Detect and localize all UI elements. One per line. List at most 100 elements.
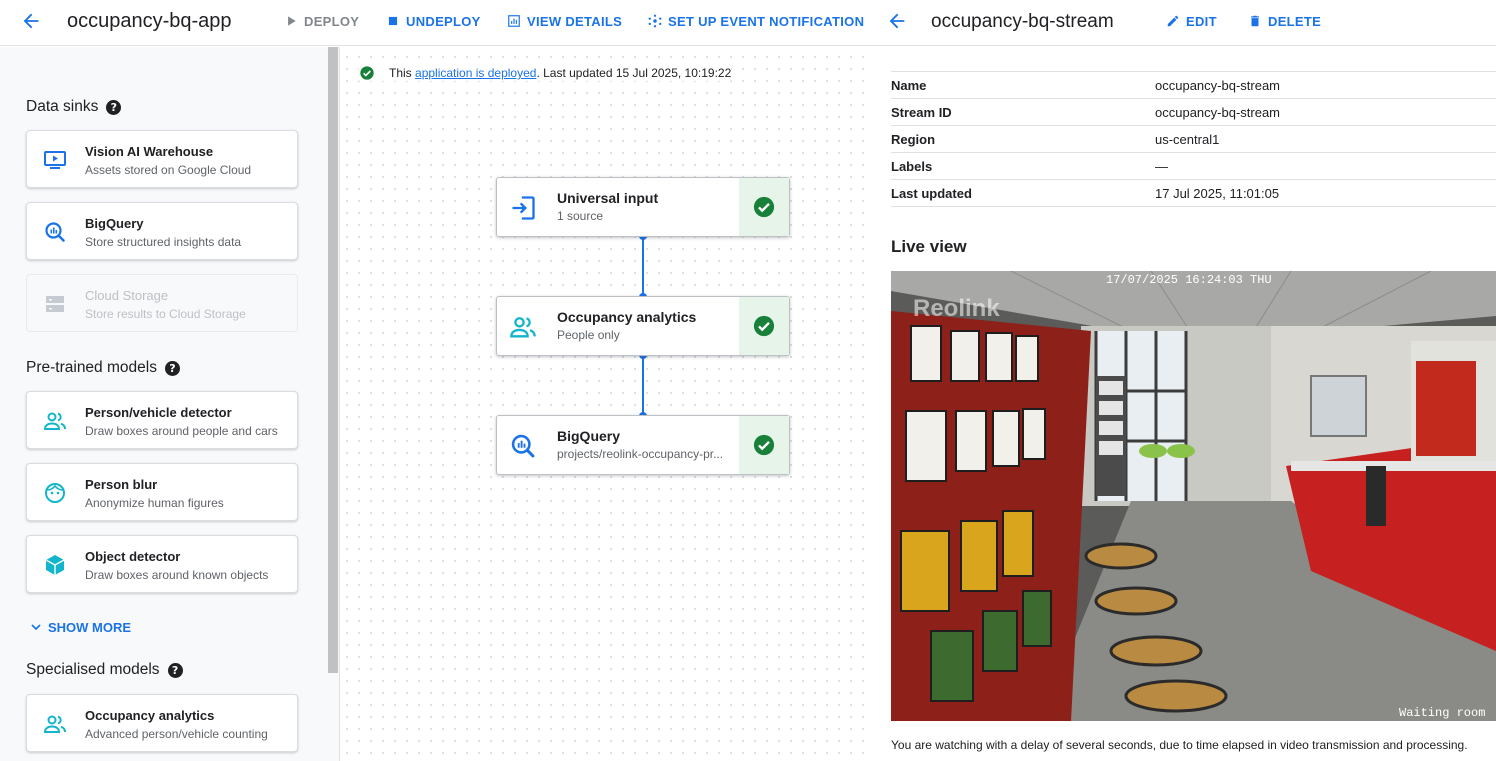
- properties-table: Name occupancy-bq-stream Stream ID occupan…: [891, 71, 1496, 207]
- node-bigquery[interactable]: BigQuery projects/reolink-occupancy-pr..…: [496, 415, 790, 475]
- card-desc: Draw boxes around people and cars: [85, 424, 278, 438]
- card-desc: Store results to Cloud Storage: [85, 307, 246, 321]
- app-toolbar: occupancy-bq-app DEPLOY UNDEPLOY VIEW DE…: [0, 0, 872, 46]
- stop-icon: [388, 16, 398, 26]
- check-circle-icon: [360, 66, 374, 80]
- stream-toolbar: occupancy-bq-stream EDIT DELETE: [872, 0, 1496, 46]
- status-prefix: This: [389, 66, 416, 80]
- monitor-play-icon: [44, 151, 66, 169]
- prop-key: Labels: [891, 158, 933, 174]
- live-view-caption: You are watching with a delay of several…: [891, 738, 1468, 752]
- table-row: Labels —: [891, 153, 1496, 180]
- camera-frame: 17/07/2025 16:24:03 THU Reolink Waiting …: [891, 271, 1496, 721]
- card-name: Person/vehicle detector: [85, 405, 232, 420]
- palette-scrollbar[interactable]: [328, 47, 338, 673]
- help-icon[interactable]: ?: [167, 662, 183, 678]
- check-circle-icon: [753, 196, 775, 218]
- show-more-label: SHOW MORE: [48, 619, 132, 635]
- model-card-object-detector[interactable]: Object detector Draw boxes around known …: [26, 535, 298, 593]
- pretrained-heading: Pre-trained models ?: [26, 359, 180, 377]
- edit-button[interactable]: EDIT: [1166, 13, 1217, 29]
- table-row: Region us-central1: [891, 126, 1496, 153]
- live-video[interactable]: 17/07/2025 16:24:03 THU Reolink Waiting …: [891, 271, 1496, 721]
- specialised-heading: Specialised models ?: [26, 661, 183, 679]
- node-status: [739, 178, 789, 236]
- card-name: Vision AI Warehouse: [85, 144, 214, 159]
- node-desc: People only: [557, 328, 620, 342]
- deploy-status: This application is deployed. Last updat…: [359, 65, 732, 81]
- node-desc: projects/reolink-occupancy-pr...: [557, 447, 724, 461]
- check-circle-icon: [753, 315, 775, 337]
- card-desc: Store structured insights data: [85, 235, 242, 249]
- model-card-person-vehicle[interactable]: Person/vehicle detector Draw boxes aroun…: [26, 391, 298, 449]
- connector-line: [642, 236, 644, 297]
- node-occupancy-analytics[interactable]: Occupancy analytics People only: [496, 296, 790, 356]
- chart-icon: [508, 15, 520, 27]
- model-card-person-blur[interactable]: Person blur Anonymize human figures: [26, 463, 298, 521]
- help-icon[interactable]: ?: [106, 99, 122, 115]
- data-sinks-title: Data sinks: [26, 98, 99, 115]
- prop-value: —: [1155, 158, 1168, 174]
- deploy-button[interactable]: DEPLOY: [284, 13, 359, 29]
- status-suffix: . Last updated 15 Jul 2025, 10:19:22: [536, 66, 732, 80]
- table-row: Last updated 17 Jul 2025, 11:01:05: [891, 180, 1496, 207]
- connector-line: [642, 355, 644, 416]
- card-desc: Advanced person/vehicle counting: [85, 727, 268, 741]
- video-watermark: Reolink: [913, 295, 1000, 322]
- prop-value: occupancy-bq-stream: [1155, 104, 1280, 120]
- delete-label: DELETE: [1268, 13, 1322, 29]
- card-name: Cloud Storage: [85, 288, 169, 303]
- people-icon: [510, 317, 536, 338]
- prop-key: Region: [891, 131, 936, 147]
- deploy-label: DEPLOY: [304, 13, 360, 29]
- face-icon: [45, 483, 65, 503]
- pencil-icon: [1167, 15, 1179, 27]
- check-circle-icon: [753, 434, 775, 456]
- node-status: [739, 297, 789, 355]
- undeploy-button[interactable]: UNDEPLOY: [386, 13, 481, 29]
- hub-icon: [648, 14, 662, 28]
- prop-key: Last updated: [891, 185, 972, 201]
- model-card-occupancy[interactable]: Occupancy analytics Advanced person/vehi…: [26, 694, 298, 752]
- node-name: Universal input: [557, 190, 659, 206]
- prop-value: occupancy-bq-stream: [1155, 77, 1280, 93]
- prop-key: Name: [891, 77, 927, 93]
- stream-details-panel: Name occupancy-bq-stream Stream ID occupan…: [872, 47, 1496, 761]
- storage-icon: [46, 296, 64, 312]
- delete-button[interactable]: DELETE: [1248, 13, 1321, 29]
- prop-value: us-central1: [1155, 131, 1220, 147]
- video-timestamp: 17/07/2025 16:24:03 THU: [1106, 273, 1272, 287]
- trash-icon: [1250, 15, 1260, 27]
- card-name: Object detector: [85, 549, 181, 564]
- back-arrow-icon[interactable]: [20, 10, 42, 32]
- card-name: Occupancy analytics: [85, 708, 215, 723]
- event-notification-button[interactable]: SET UP EVENT NOTIFICATION: [648, 13, 864, 29]
- sink-card-warehouse[interactable]: Vision AI Warehouse Assets stored on Goo…: [26, 130, 298, 188]
- show-more-button[interactable]: SHOW MORE: [28, 619, 131, 635]
- view-details-button[interactable]: VIEW DETAILS: [507, 13, 622, 29]
- back-arrow-icon[interactable]: [886, 10, 908, 32]
- view-details-label: VIEW DETAILS: [527, 13, 623, 29]
- cube-icon: [45, 555, 65, 575]
- node-name: BigQuery: [557, 428, 621, 444]
- play-icon: [288, 16, 296, 26]
- node-name: Occupancy analytics: [557, 309, 697, 325]
- card-desc: Draw boxes around known objects: [85, 568, 269, 582]
- undeploy-label: UNDEPLOY: [406, 13, 481, 29]
- input-icon: [512, 196, 535, 220]
- app-title: occupancy-bq-app: [67, 10, 232, 32]
- node-desc: 1 source: [557, 209, 604, 223]
- sink-card-bigquery[interactable]: BigQuery Store structured insights data: [26, 202, 298, 260]
- card-name: Person blur: [85, 477, 158, 492]
- node-universal-input[interactable]: Universal input 1 source: [496, 177, 790, 237]
- card-desc: Assets stored on Google Cloud: [85, 163, 252, 177]
- help-icon[interactable]: ?: [164, 360, 180, 376]
- people-icon: [43, 412, 66, 430]
- component-palette: Data sinks ? Vision AI Warehouse Assets …: [0, 47, 340, 761]
- sink-card-cloud-storage: Cloud Storage Store results to Cloud Sto…: [26, 274, 298, 332]
- deployed-link[interactable]: application is deployed: [415, 66, 536, 80]
- pipeline-canvas[interactable]: This application is deployed. Last updat…: [341, 47, 872, 761]
- data-sinks-heading: Data sinks ?: [26, 98, 122, 116]
- live-view-title: Live view: [891, 237, 967, 256]
- prop-key: Stream ID: [891, 104, 952, 120]
